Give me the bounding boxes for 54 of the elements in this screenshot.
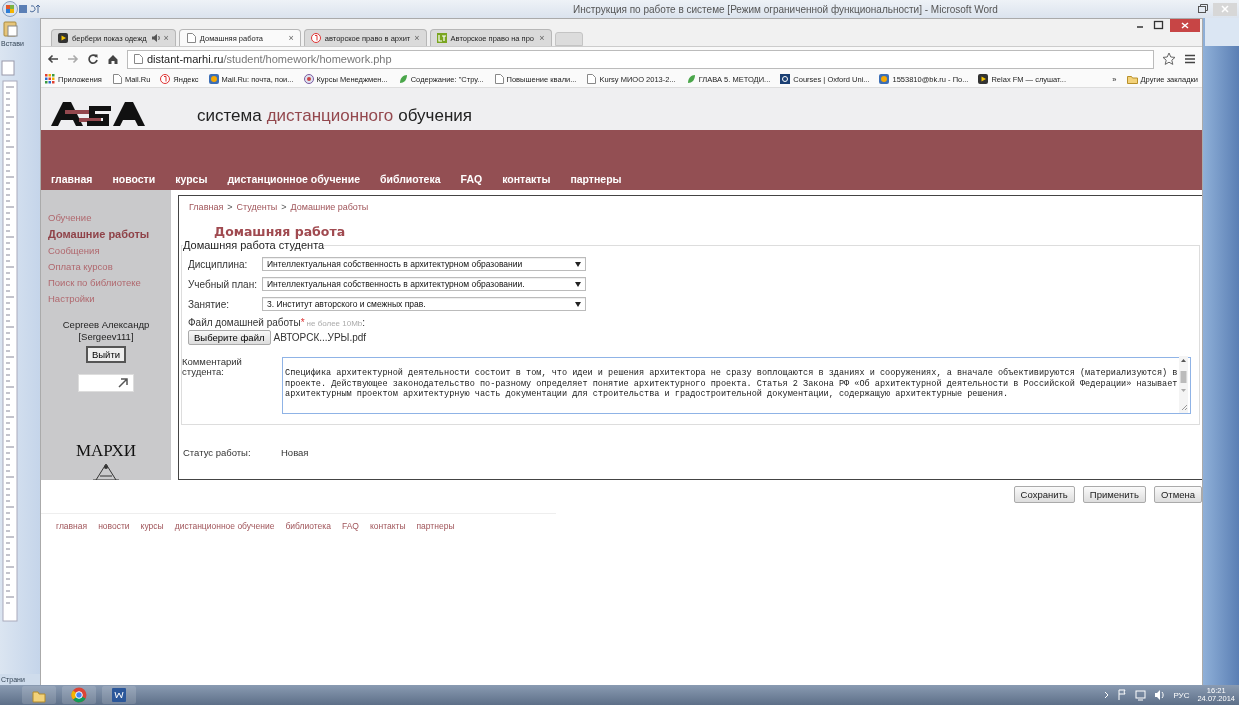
breadcrumb-link[interactable]: Домашние работы [290,202,369,212]
field-label: Файл домашней работы* не более 10Mb: [188,317,367,328]
choose-file-button[interactable]: Выберите файл [188,330,271,345]
close-icon[interactable]: × [539,33,545,43]
footer-link[interactable]: партнеры [416,521,455,531]
nav-link[interactable]: библиотека [370,173,451,185]
dropdown[interactable]: Интеллектуальная собственность в архитектурном образовании. [262,277,586,291]
logout-button[interactable]: Выйти [85,346,127,363]
close-icon[interactable]: × [414,33,420,43]
field-label: Дисциплина: [188,258,249,270]
user-login: [Sergeev111] [78,331,134,342]
footer-link[interactable]: курсы [140,521,164,531]
file-name: АВТОРСК...УРЫ.pdf [273,332,367,343]
footer-link[interactable]: FAQ [341,521,359,531]
institute-mark: МАРХИ [75,441,137,461]
breadcrumb-separator: > [281,202,287,212]
comment-field[interactable]: Специфика архитектурной деятельности состоит в том, что идеи и решения архитектора не сразу воплощаются в зданиях и сооружениях, а вначале объективируются (материализуются) в проекте. Действующее законодательство по-разному определяет понятие архитектурного проекта. Статья 2 Закона РФ «Об архитектурной деятельности в Российской Федерации» называет архитектурным проектом архитектурную часть документации для строительства и градостроительной документации, содержащую архитектурные решения. [282,357,1191,414]
nav-link[interactable]: контакты [492,173,561,185]
close-icon[interactable]: × [288,33,294,43]
nav-link[interactable]: дистанционное обучение [217,173,370,185]
dropdown[interactable]: 3. Институт авторского и смежных прав. [262,297,586,311]
url-path: /student/homework/homework.php [223,53,392,65]
breadcrumb-link[interactable]: Студенты [236,202,278,212]
form-button[interactable]: Сохранить [1013,486,1075,503]
footer-link[interactable]: библиотека [285,521,331,531]
footer-link[interactable]: главная [56,521,88,531]
footer-link[interactable]: дистанционное обучение [174,521,275,531]
language-indicator[interactable]: РУС [1173,690,1190,700]
dropdown[interactable]: Интеллектуальная собственность в архитектурном образовании [262,257,586,271]
form-button[interactable]: Применить [1082,486,1146,503]
window-title: Инструкция по работе в системе [Режим ограниченной функциональности] - Microsoft Word [572,3,999,15]
page-heading: Домашняя работа [214,224,347,239]
breadcrumb-link[interactable]: Главная [189,202,224,212]
footer-link[interactable]: новости [98,521,130,531]
address-bar[interactable]: distant-marhi.ru/student/homework/homework.php [127,49,1154,69]
nav-link[interactable]: новости [102,173,166,185]
sidebar-link[interactable]: Домашние работы [48,228,171,240]
nav-link[interactable]: главная [41,173,103,185]
form-legend: Домашняя работа студента [183,239,325,251]
url-host: distant-marhi.ru [147,53,224,65]
user-name: Сергеев Александр [62,319,150,330]
nav-link[interactable]: курсы [165,173,218,185]
status-value: Новая [281,447,309,458]
close-icon[interactable]: × [163,33,169,43]
nav-link[interactable]: партнеры [560,173,632,185]
breadcrumb-separator: > [227,202,233,212]
field-label: Занятие: [188,298,231,310]
site-title: система дистанционного обучения [197,106,472,126]
status-label: Статус работы: [183,447,252,458]
field-label: Учебный план: [188,278,258,290]
footer-link[interactable]: контакты [369,521,406,531]
form-button[interactable]: Отмена [1153,486,1202,503]
field-label: Комментарий студента: [182,357,243,380]
nav-link[interactable]: FAQ [450,173,493,185]
